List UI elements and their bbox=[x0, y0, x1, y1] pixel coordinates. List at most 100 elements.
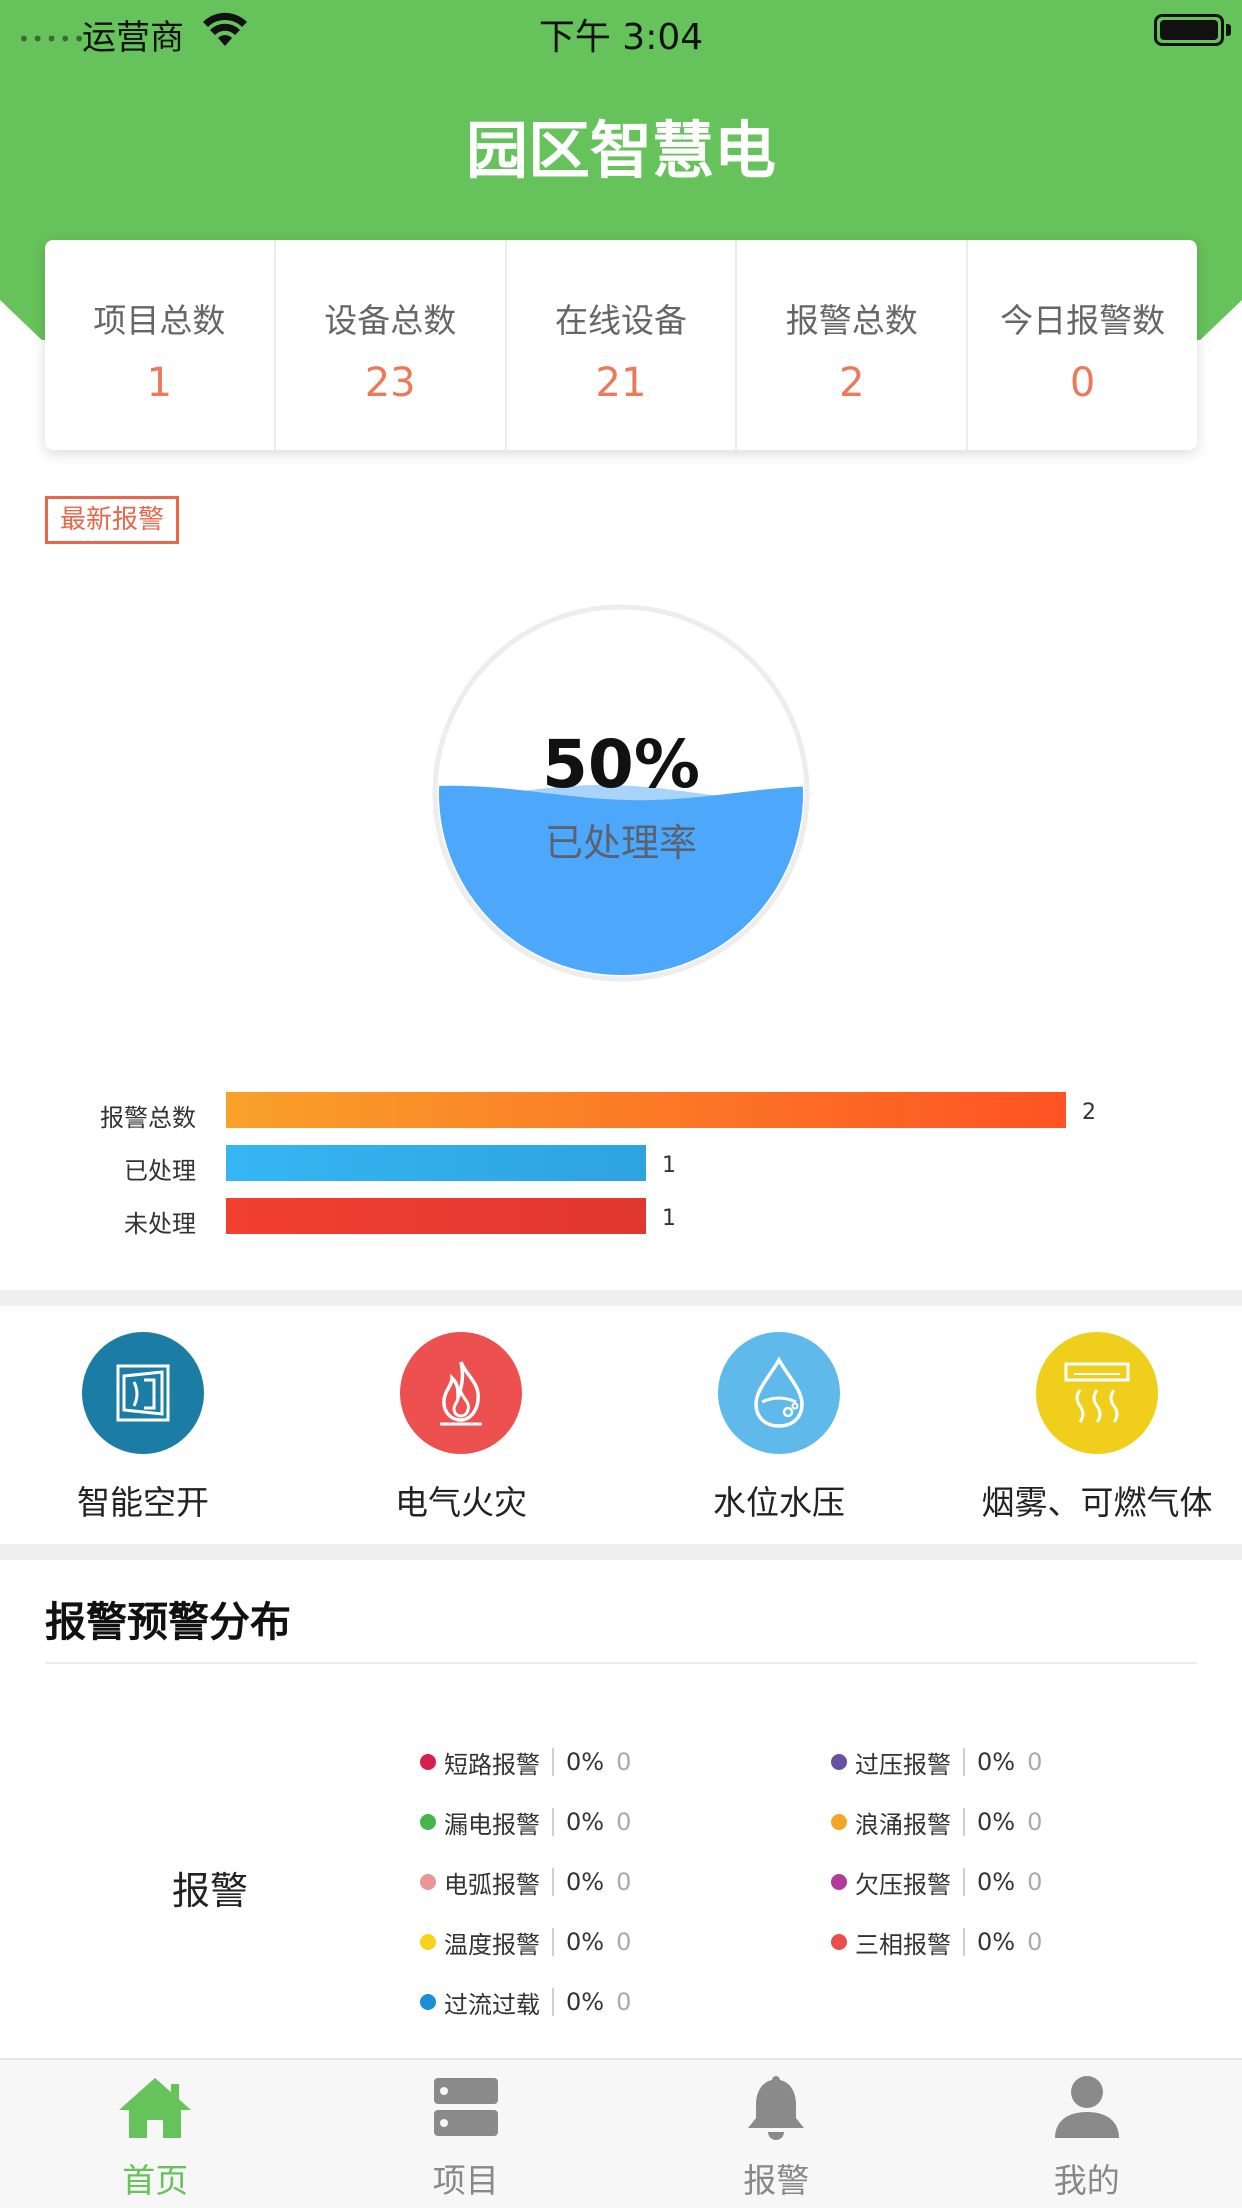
legend-separator bbox=[552, 1928, 554, 1956]
category-electrical-fire[interactable]: 电气火灾 bbox=[311, 1332, 611, 1524]
legend-percent: 0% bbox=[566, 1808, 605, 1836]
legend-name: 温度报警 bbox=[444, 1930, 540, 1959]
legend-item-undervoltage[interactable]: 欠压报警 0% 0 bbox=[831, 1862, 1042, 1902]
category-label: 烟雾、可燃气体 bbox=[981, 1483, 1213, 1522]
legend-percent: 0% bbox=[566, 1748, 605, 1776]
flame-icon bbox=[400, 1332, 522, 1454]
category-water-level[interactable]: 水位水压 bbox=[629, 1332, 929, 1524]
legend-item-short-circuit[interactable]: 短路报警 0% 0 bbox=[420, 1742, 631, 1782]
stat-label: 在线设备 bbox=[554, 301, 687, 340]
server-icon bbox=[433, 2078, 498, 2136]
stat-label: 项目总数 bbox=[93, 301, 226, 340]
legend-dot bbox=[420, 1754, 436, 1770]
header-corner-right bbox=[1196, 300, 1242, 340]
stat-project-count[interactable]: 项目总数 1 bbox=[45, 240, 276, 450]
distribution-main-label: 报警 bbox=[172, 1869, 249, 1913]
legend-separator bbox=[552, 1868, 554, 1896]
bar-processed bbox=[226, 1145, 646, 1181]
legend-count: 0 bbox=[1027, 1928, 1043, 1956]
bell-icon bbox=[748, 2076, 805, 2140]
legend-dot bbox=[831, 1874, 847, 1890]
stat-label: 报警总数 bbox=[785, 301, 918, 340]
legend-dot bbox=[831, 1754, 847, 1770]
header-corner-left bbox=[0, 300, 46, 340]
section-divider bbox=[0, 1290, 1242, 1306]
page-title: 园区智慧电 bbox=[465, 114, 776, 187]
bar-value-unprocessed: 1 bbox=[662, 1206, 676, 1231]
bar-value-processed: 1 bbox=[662, 1153, 676, 1178]
circuit-breaker-icon bbox=[82, 1332, 204, 1454]
legend-separator bbox=[552, 1808, 554, 1836]
legend-dot bbox=[831, 1814, 847, 1830]
stat-value: 23 bbox=[364, 360, 416, 406]
smoke-detector-icon bbox=[1036, 1332, 1158, 1454]
legend-name: 短路报警 bbox=[444, 1750, 540, 1779]
category-label: 电气火灾 bbox=[395, 1483, 527, 1522]
tab-label: 报警 bbox=[743, 2161, 810, 2200]
legend-item-temperature[interactable]: 温度报警 0% 0 bbox=[420, 1922, 631, 1962]
legend-dot bbox=[420, 1874, 436, 1890]
legend-percent: 0% bbox=[977, 1868, 1016, 1896]
tab-mine[interactable]: 我的 bbox=[932, 2060, 1242, 2208]
legend-separator bbox=[552, 1748, 554, 1776]
legend-separator bbox=[963, 1808, 965, 1836]
legend-percent: 0% bbox=[566, 1928, 605, 1956]
stat-alarm-count[interactable]: 报警总数 2 bbox=[737, 240, 969, 450]
battery-tip bbox=[1226, 24, 1231, 36]
home-icon bbox=[119, 2078, 192, 2138]
legend-name: 漏电报警 bbox=[444, 1810, 540, 1839]
bar-unprocessed bbox=[226, 1198, 646, 1234]
user-icon bbox=[1054, 2076, 1119, 2138]
legend-item-three-phase[interactable]: 三相报警 0% 0 bbox=[831, 1922, 1042, 1962]
legend-item-overcurrent[interactable]: 过流过载 0% 0 bbox=[420, 1982, 631, 2022]
stats-card: 项目总数 1 设备总数 23 在线设备 21 报警总数 2 今日报警数 0 bbox=[45, 240, 1197, 450]
gauge-label: 已处理率 bbox=[544, 821, 697, 865]
legend-count: 0 bbox=[1027, 1808, 1043, 1836]
tab-home[interactable]: 首页 bbox=[0, 2060, 311, 2208]
legend-name: 三相报警 bbox=[855, 1930, 951, 1959]
legend-dot bbox=[420, 1814, 436, 1830]
tab-alarms[interactable]: 报警 bbox=[621, 2060, 932, 2208]
tab-bar: 首页 项目 报警 我的 bbox=[0, 2058, 1242, 2208]
legend-name: 电弧报警 bbox=[444, 1870, 540, 1899]
stat-value: 0 bbox=[1069, 360, 1096, 406]
legend-name: 过压报警 bbox=[855, 1750, 951, 1779]
stat-label: 今日报警数 bbox=[1000, 301, 1166, 340]
clock: 下午 3:04 bbox=[538, 17, 704, 58]
category-smart-breaker[interactable]: 智能空开 bbox=[0, 1332, 293, 1524]
legend-count: 0 bbox=[616, 1808, 632, 1836]
distribution-title: 报警预警分布 bbox=[45, 1598, 291, 1646]
status-bar: ••••• 运营商 下午 3:04 bbox=[0, 0, 1242, 60]
legend-percent: 0% bbox=[566, 1988, 605, 2016]
legend-name: 浪涌报警 bbox=[855, 1810, 951, 1839]
legend-separator bbox=[963, 1868, 965, 1896]
legend-item-surge[interactable]: 浪涌报警 0% 0 bbox=[831, 1802, 1042, 1842]
legend-count: 0 bbox=[616, 1928, 632, 1956]
legend-separator bbox=[552, 1988, 554, 2016]
legend-percent: 0% bbox=[977, 1808, 1016, 1836]
legend-item-leakage[interactable]: 漏电报警 0% 0 bbox=[420, 1802, 631, 1842]
tab-label: 首页 bbox=[122, 2161, 189, 2200]
legend-dot bbox=[420, 1934, 436, 1950]
category-label: 智能空开 bbox=[77, 1483, 209, 1522]
legend-separator bbox=[963, 1928, 965, 1956]
tab-label: 我的 bbox=[1053, 2161, 1120, 2200]
legend-separator bbox=[963, 1748, 965, 1776]
stat-today-alarms[interactable]: 今日报警数 0 bbox=[968, 240, 1197, 450]
legend-item-overvoltage[interactable]: 过压报警 0% 0 bbox=[831, 1742, 1042, 1782]
legend-percent: 0% bbox=[566, 1868, 605, 1896]
legend-percent: 0% bbox=[977, 1928, 1016, 1956]
legend-count: 0 bbox=[616, 1748, 632, 1776]
alarm-bar-chart: 报警总数 已处理 未处理 2 1 1 bbox=[0, 1080, 1242, 1250]
stat-online-devices[interactable]: 在线设备 21 bbox=[507, 240, 738, 450]
legend-dot bbox=[831, 1934, 847, 1950]
legend-percent: 0% bbox=[977, 1748, 1016, 1776]
bar-label-unprocessed: 未处理 bbox=[124, 1210, 196, 1238]
category-smoke-gas[interactable]: 烟雾、可燃气体 bbox=[947, 1332, 1242, 1524]
latest-alarm-tag[interactable]: 最新报警 bbox=[45, 496, 180, 544]
legend-count: 0 bbox=[616, 1868, 632, 1896]
tab-projects[interactable]: 项目 bbox=[311, 2060, 622, 2208]
stat-device-count[interactable]: 设备总数 23 bbox=[276, 240, 507, 450]
legend-item-arc[interactable]: 电弧报警 0% 0 bbox=[420, 1862, 631, 1902]
stat-value: 21 bbox=[595, 360, 647, 406]
